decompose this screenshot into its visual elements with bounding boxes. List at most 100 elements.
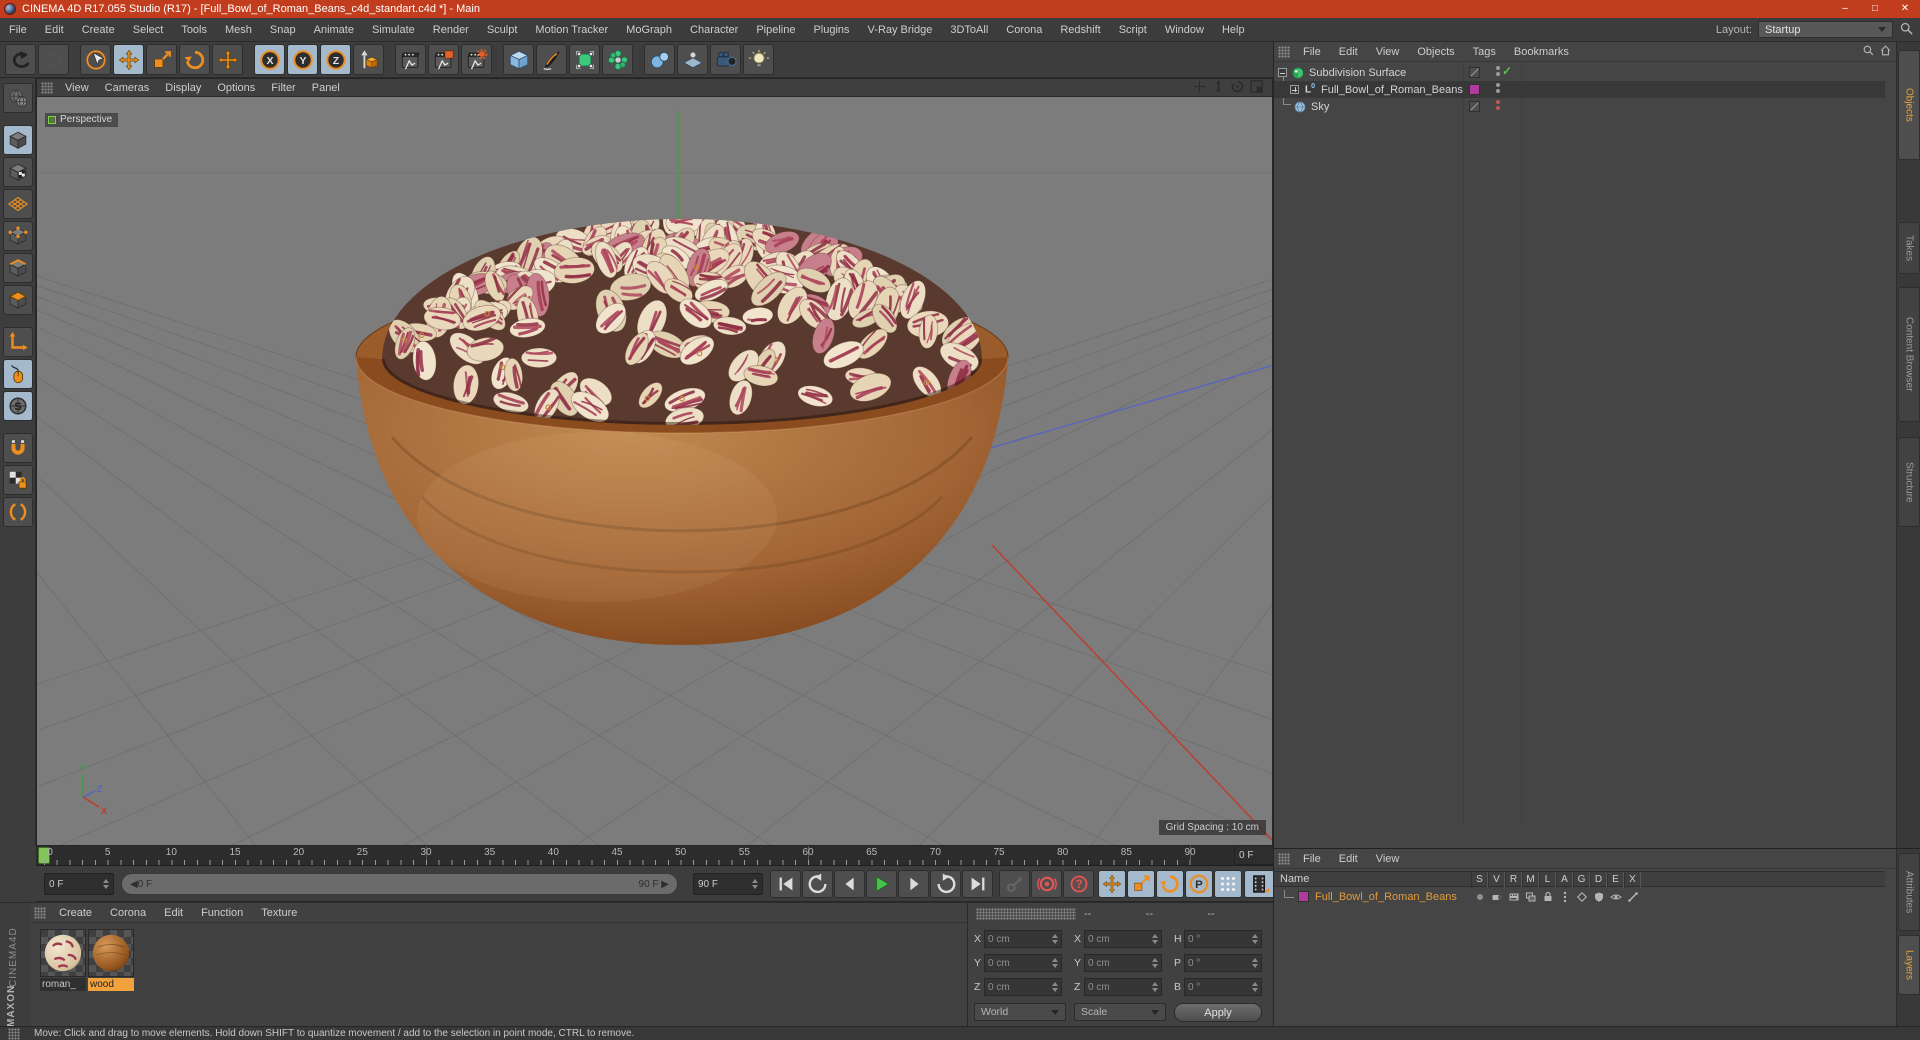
home-icon[interactable] xyxy=(1879,44,1892,60)
subdivision-surface-button[interactable] xyxy=(569,44,600,75)
snap-magnet-button[interactable] xyxy=(2,433,33,463)
menu-help[interactable]: Help xyxy=(1213,18,1254,42)
menu-corona[interactable]: Corona xyxy=(997,18,1051,42)
play-backward-button[interactable] xyxy=(802,870,833,898)
material-menu-create[interactable]: Create xyxy=(50,903,101,923)
viewport-pan-icon[interactable] xyxy=(1192,79,1207,97)
menu-render[interactable]: Render xyxy=(424,18,478,42)
display-color-chip[interactable] xyxy=(1298,891,1309,902)
column-header-a[interactable]: A xyxy=(1556,872,1573,888)
layout-dropdown[interactable]: Startup xyxy=(1758,21,1893,38)
rotation-h-field[interactable]: 0 ° xyxy=(1184,930,1262,948)
edges-mode-button[interactable] xyxy=(2,253,33,283)
spinner-arrows-icon[interactable] xyxy=(1252,934,1258,944)
metaball-button[interactable] xyxy=(644,44,675,75)
make-editable-button[interactable] xyxy=(2,83,33,113)
column-header-r[interactable]: R xyxy=(1505,872,1522,888)
record-scale-button[interactable] xyxy=(1127,870,1155,898)
menu-character[interactable]: Character xyxy=(681,18,747,42)
search-icon[interactable] xyxy=(1899,21,1914,39)
points-mode-button[interactable] xyxy=(2,221,33,251)
material-name-label[interactable]: roman_ xyxy=(40,978,86,991)
check-icon[interactable]: ✓ xyxy=(1502,64,1512,78)
display-color-off-chip[interactable] xyxy=(1469,101,1480,112)
spinner-arrows-icon[interactable] xyxy=(1052,982,1058,992)
record-rotation-button[interactable] xyxy=(1156,870,1184,898)
column-header-m[interactable]: M xyxy=(1522,872,1539,888)
keyframe-selection-button[interactable]: ? xyxy=(1063,870,1094,898)
menu-pipeline[interactable]: Pipeline xyxy=(747,18,804,42)
menu-tools[interactable]: Tools xyxy=(172,18,216,42)
tag-dots3-icon[interactable] xyxy=(1557,889,1572,904)
side-tab-layers[interactable]: Layers xyxy=(1898,935,1920,995)
material-menu-texture[interactable]: Texture xyxy=(252,903,306,923)
om-menu-view[interactable]: View xyxy=(1367,42,1409,62)
material-thumbnail-wood[interactable]: wood xyxy=(88,929,134,991)
lower-menu-edit[interactable]: Edit xyxy=(1330,849,1367,869)
viewport-menu-filter[interactable]: Filter xyxy=(263,79,303,97)
spinner-arrows-icon[interactable] xyxy=(1252,982,1258,992)
drag-handle-icon[interactable] xyxy=(976,908,1076,920)
material-thumbnail-roman[interactable]: roman_ xyxy=(40,929,86,991)
collapse-icon[interactable] xyxy=(1278,68,1287,77)
spinner-arrows-icon[interactable] xyxy=(1252,958,1258,968)
floor-environment-button[interactable] xyxy=(677,44,708,75)
autokeying-button[interactable] xyxy=(1031,870,1062,898)
close-button[interactable]: ✕ xyxy=(1890,0,1920,18)
lock-z-axis-button[interactable]: Z xyxy=(320,44,351,75)
size-z-field[interactable]: 0 cm xyxy=(1084,978,1162,996)
move-button[interactable] xyxy=(113,44,144,75)
spinner-arrows-icon[interactable] xyxy=(752,879,758,889)
render-settings-button[interactable] xyxy=(461,44,492,75)
record-point-level-button[interactable] xyxy=(1214,870,1242,898)
display-color-off-chip[interactable] xyxy=(1469,67,1480,78)
material-menu-function[interactable]: Function xyxy=(192,903,252,923)
tag-shield-icon[interactable] xyxy=(1591,889,1606,904)
spinner-arrows-icon[interactable] xyxy=(1052,934,1058,944)
menu-sculpt[interactable]: Sculpt xyxy=(478,18,527,42)
drag-handle-icon[interactable] xyxy=(1278,852,1290,865)
side-tab-takes[interactable]: Takes xyxy=(1898,222,1920,274)
axis-mode-button[interactable] xyxy=(2,327,33,357)
maximize-button[interactable]: □ xyxy=(1860,0,1890,18)
keyframe-selection-filter-button[interactable] xyxy=(1244,870,1275,898)
object-name[interactable]: Subdivision Surface xyxy=(1309,67,1406,79)
spinner-arrows-icon[interactable] xyxy=(1152,958,1158,968)
material-name-label[interactable]: wood xyxy=(88,978,134,991)
viewport-camera-label[interactable]: Perspective xyxy=(45,113,119,127)
tag-bones-icon[interactable] xyxy=(1625,889,1640,904)
om-menu-file[interactable]: File xyxy=(1294,42,1330,62)
side-tab-content-browser[interactable]: Content Browser xyxy=(1898,287,1920,422)
light-button[interactable] xyxy=(743,44,774,75)
menu-mesh[interactable]: Mesh xyxy=(216,18,261,42)
menu-script[interactable]: Script xyxy=(1110,18,1156,42)
enable-toggle-dots[interactable] xyxy=(1496,83,1500,93)
column-header-x[interactable]: X xyxy=(1624,872,1641,888)
spinner-arrows-icon[interactable] xyxy=(103,879,109,889)
spinner-arrows-icon[interactable] xyxy=(1152,982,1158,992)
name-column-header[interactable]: Name xyxy=(1274,873,1309,885)
object-row-full-bowl-of-roman-beans[interactable]: L0 Full_Bowl_of_Roman_Beans xyxy=(1274,81,1885,98)
current-frame-spinner[interactable]: 0 F xyxy=(44,873,114,895)
position-x-field[interactable]: 0 cm xyxy=(984,930,1062,948)
column-header-s[interactable]: S xyxy=(1471,872,1488,888)
object-name[interactable]: Sky xyxy=(1311,101,1329,113)
simulation-mode-button[interactable]: S xyxy=(2,391,33,421)
viewport-orbit-icon[interactable] xyxy=(1230,79,1245,97)
tag-eye-icon[interactable] xyxy=(1608,889,1623,904)
side-tab-attributes[interactable]: Attributes xyxy=(1898,853,1920,931)
apply-button[interactable]: Apply xyxy=(1174,1003,1262,1022)
coordinate-system-button[interactable] xyxy=(353,44,384,75)
size-x-field[interactable]: 0 cm xyxy=(1084,930,1162,948)
rotate-button[interactable] xyxy=(179,44,210,75)
lock-y-axis-button[interactable]: Y xyxy=(287,44,318,75)
lower-menu-file[interactable]: File xyxy=(1294,849,1330,869)
menu-window[interactable]: Window xyxy=(1156,18,1213,42)
render-picture-viewer-button[interactable] xyxy=(428,44,459,75)
mode-dropdown[interactable]: Scale xyxy=(1074,1003,1166,1021)
undo-button[interactable] xyxy=(5,44,36,75)
column-header-l[interactable]: L xyxy=(1539,872,1556,888)
slider-arrow-right-icon[interactable]: ▶ xyxy=(659,879,669,890)
om-menu-objects[interactable]: Objects xyxy=(1408,42,1463,62)
mouse-mode-button[interactable] xyxy=(2,359,33,389)
